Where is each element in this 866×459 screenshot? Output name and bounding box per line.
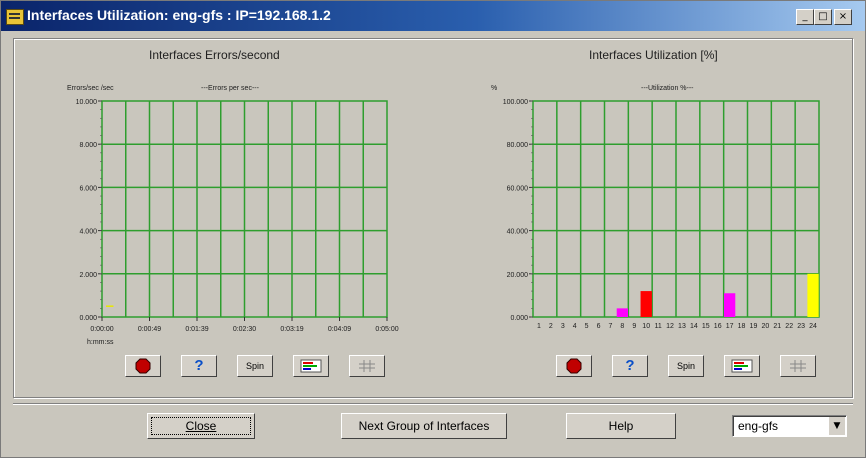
utilization-x-tick-label: 20 — [761, 323, 769, 330]
spin-button[interactable]: Spin — [237, 355, 273, 377]
utilization-x-tick-label: 10 — [642, 323, 650, 330]
close-button[interactable]: Close — [147, 413, 255, 439]
utilization-x-tick-label: 14 — [690, 323, 698, 330]
interfaces-utilization-window: Interfaces Utilization: eng-gfs : IP=192… — [0, 0, 866, 458]
utilization-x-tick-label: 23 — [797, 323, 805, 330]
errors-y-tick-label: 0.000 — [79, 315, 97, 322]
utilization-x-tick-label: 1 — [537, 323, 541, 330]
grid-button[interactable] — [349, 355, 385, 377]
help-question-button[interactable]: ? — [181, 355, 217, 377]
grid-icon — [359, 360, 375, 372]
charts-svg: 0.0002.0004.0006.0008.00010.0000:00:00 0:… — [76, 99, 820, 333]
utilization-x-tick-label: 15 — [702, 323, 710, 330]
utilization-x-tick-label: 13 — [678, 323, 686, 330]
utilization-spin-button[interactable]: Spin — [668, 355, 704, 377]
errors-y-tick-label: 10.000 — [76, 99, 98, 106]
utilization-y-tick-label: 20.000 — [507, 272, 529, 279]
utilization-help-question-button[interactable]: ? — [612, 355, 648, 377]
utilization-x-tick-label: 24 — [809, 323, 817, 330]
utilization-x-tick-label: 21 — [773, 323, 781, 330]
utilization-x-tick-label: 16 — [714, 323, 722, 330]
errors-x-tick-label: 0:05:00 — [375, 326, 398, 333]
utilization-x-tick-label: 5 — [585, 323, 589, 330]
legend-icon — [300, 359, 322, 373]
errors-y-tick-label: 4.000 — [79, 229, 97, 236]
utilization-x-tick-label: 22 — [785, 323, 793, 330]
utilization-stop-button[interactable] — [556, 355, 592, 377]
utilization-x-tick-label: 11 — [654, 323, 661, 330]
legend-icon — [731, 359, 753, 373]
grid-icon — [790, 360, 806, 372]
host-select[interactable]: eng-gfs ▼ — [732, 415, 847, 437]
utilization-x-tick-label: 9 — [632, 323, 636, 330]
utilization-x-tick-label: 4 — [573, 323, 577, 330]
utilization-bar-24 — [807, 273, 819, 317]
host-select-value: eng-gfs — [738, 419, 779, 433]
utilization-x-tick-label: 3 — [561, 323, 565, 330]
utilization-legend-button[interactable] — [724, 355, 760, 377]
utilization-bar-8 — [616, 308, 629, 317]
utilization-y-tick-label: 80.000 — [507, 142, 529, 149]
utilization-y-tick-label: 0.000 — [510, 315, 528, 322]
errors-y-tick-label: 2.000 — [79, 272, 97, 279]
errors-x-tick-label: 0:01:39 — [185, 326, 208, 333]
utilization-y-tick-label: 60.000 — [507, 185, 529, 192]
chevron-down-icon[interactable]: ▼ — [828, 417, 845, 435]
utilization-bar-17 — [723, 293, 736, 317]
utilization-y-tick-label: 40.000 — [507, 229, 529, 236]
errors-y-tick-label: 8.000 — [79, 142, 97, 149]
utilization-x-tick-label: 8 — [620, 323, 624, 330]
utilization-x-tick-label: 12 — [666, 323, 674, 330]
close-button-label: Close — [185, 419, 217, 433]
stop-button[interactable] — [125, 355, 161, 377]
errors-x-tick-label: 0:02:30 — [233, 326, 256, 333]
errors-x-tick-label: 0:00:00 — [90, 326, 113, 333]
utilization-x-tick-label: 2 — [549, 323, 553, 330]
utilization-y-tick-label: 100.000 — [503, 99, 528, 106]
legend-button[interactable] — [293, 355, 329, 377]
stop-icon — [566, 358, 582, 374]
spin-label: Spin — [245, 361, 264, 371]
stop-icon — [135, 358, 151, 374]
errors-y-tick-label: 6.000 — [79, 185, 97, 192]
errors-x-tick-label: 0:03:19 — [280, 326, 303, 333]
utilization-x-tick-label: 17 — [726, 323, 734, 330]
utilization-grid-button[interactable] — [780, 355, 816, 377]
utilization-x-tick-label: 6 — [597, 323, 601, 330]
utilization-x-tick-label: 18 — [738, 323, 746, 330]
bottom-separator — [13, 403, 853, 405]
help-button[interactable]: Help — [566, 413, 676, 439]
utilization-x-tick-label: 19 — [750, 323, 758, 330]
utilization-bar-10 — [640, 291, 652, 317]
spin-label: Spin — [676, 361, 695, 371]
next-group-button[interactable]: Next Group of Interfaces — [341, 413, 507, 439]
utilization-x-tick-label: 7 — [609, 323, 613, 330]
errors-x-tick-label: 0:04:09 — [328, 326, 351, 333]
errors-x-tick-label: 0:00:49 — [138, 326, 161, 333]
